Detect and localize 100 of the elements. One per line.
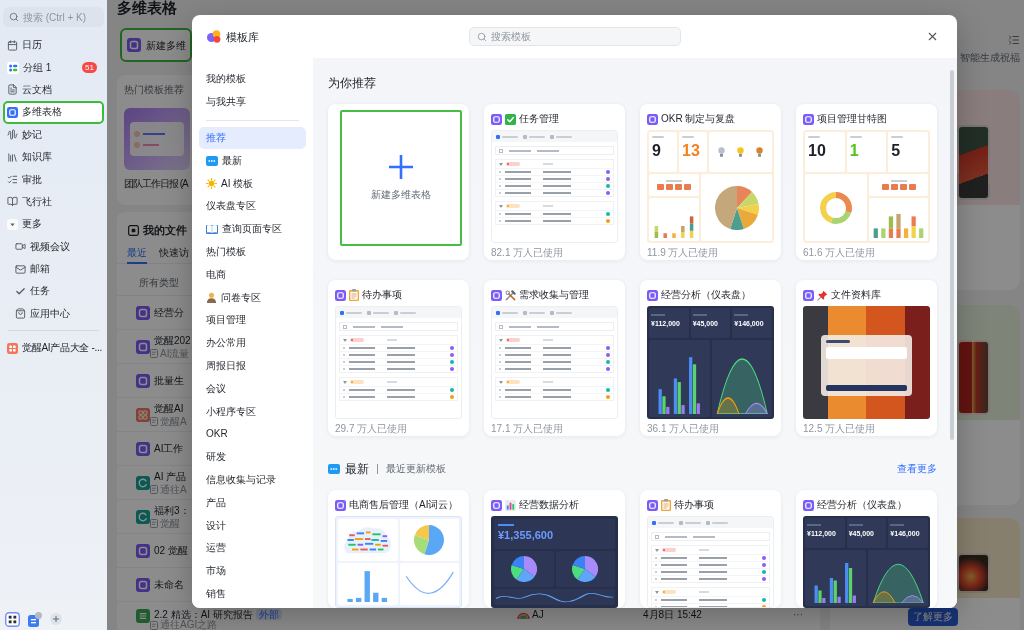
app-icon [647, 113, 658, 125]
category-item[interactable]: 推荐 [199, 126, 306, 150]
category-item[interactable]: 小程序专区 [199, 400, 306, 423]
badge-icon [328, 464, 340, 474]
pie-chart-drawing [494, 551, 554, 587]
pie-chart-drawing [399, 519, 459, 561]
template-card[interactable]: 待办事项 29.7 万人已使用 [328, 280, 469, 436]
template-card[interactable]: 文件资料库 12.5 万人已使用 [796, 280, 937, 436]
template-card[interactable]: 需求收集与管理 17.1 万人已使用 [484, 280, 625, 436]
category-item[interactable]: 办公常用 [199, 331, 306, 355]
document-icon [150, 348, 158, 358]
sidebar-item[interactable]: 视频会议 [3, 235, 104, 258]
template-card[interactable]: 待办事项 [640, 490, 781, 608]
sidebar-item[interactable]: 更多 [3, 213, 104, 236]
app-icon [136, 305, 150, 320]
category-item[interactable]: 查询页面专区 [199, 217, 306, 241]
bar-chart-drawing [805, 550, 866, 606]
sidebar-item[interactable]: 妙记 [3, 123, 104, 146]
file-name[interactable]: 觉醒AI [154, 402, 184, 415]
template-title: 经营数据分析 [519, 498, 579, 512]
page-title: 多维表格 [117, 0, 177, 16]
sidebar-item[interactable]: 任务 [3, 280, 104, 303]
logo-icon [207, 30, 221, 43]
template-title: 任务管理 [519, 112, 559, 126]
category-item[interactable]: 电商 [199, 263, 306, 287]
category-item[interactable]: 运营 [199, 536, 306, 560]
section-heading: 为你推荐 [328, 75, 376, 91]
file-name[interactable]: 2.2 精选：AI 研究报告 [154, 609, 253, 620]
create-button[interactable]: 新建多维 [120, 28, 192, 62]
template-card[interactable]: 电商售后管理（AI词云） [328, 490, 469, 608]
file-name[interactable]: AI工作 [154, 442, 184, 455]
grid-app-icon [136, 407, 150, 422]
person-icon [206, 292, 217, 304]
category-item[interactable]: 最新 [199, 149, 306, 173]
sidebar-item[interactable]: 分组 1 51 [3, 56, 104, 79]
category-item[interactable]: OKR [199, 422, 306, 446]
sidebar-item[interactable]: 觉醒AI产品大全 -... [3, 337, 104, 360]
count-badge: 51 [82, 62, 97, 74]
template-card[interactable]: 经营数据分析 ¥1,355,600 [484, 490, 625, 608]
file-name[interactable]: 福利3： [154, 504, 190, 517]
category-item[interactable]: 我的模板 [199, 68, 306, 91]
file-name[interactable]: 未命名 [154, 578, 184, 591]
scrollbar-thumb[interactable] [950, 70, 954, 440]
shopping-bag-icon [15, 308, 26, 320]
search-icon [9, 12, 19, 22]
usage-count: 12.5 万人已使用 [803, 423, 876, 435]
see-more-link[interactable]: 查看更多 [897, 463, 937, 475]
file-name[interactable]: 觉醒202 [154, 334, 191, 347]
circle-app-icon [136, 509, 150, 524]
category-item[interactable]: 问卷专区 [199, 286, 306, 309]
sidebar-item[interactable]: 多维表格 [3, 101, 104, 124]
template-title: 经营分析（仪表盘） [817, 498, 907, 512]
book-icon [7, 196, 18, 208]
sidebar-item[interactable]: 知识库 [3, 145, 104, 169]
book-icon [206, 224, 218, 235]
category-item[interactable]: 设计 [199, 514, 306, 537]
video-camera-icon [15, 241, 26, 253]
document-icon [150, 416, 158, 426]
template-card[interactable]: OKR 制定与复盘 9 13 11.9 万人已使用 [640, 104, 781, 260]
file-name[interactable]: 经营分 [154, 306, 184, 319]
app-icon [491, 289, 502, 301]
template-card[interactable]: 项目管理甘特图 10 1 5 61.6 万人已使用 [796, 104, 937, 260]
category-item[interactable]: 市场 [199, 559, 306, 583]
category-item[interactable]: 产品 [199, 491, 306, 515]
sidebar-item[interactable]: 邮箱 [3, 257, 104, 281]
file-name[interactable]: AI 产品 [154, 470, 187, 483]
usage-count: 82.1 万人已使用 [491, 247, 564, 259]
category-item[interactable]: 销售 [199, 582, 306, 606]
panel-title: 智能生成祝福 [960, 51, 1020, 65]
category-item[interactable]: 周报日报 [199, 354, 306, 378]
app-icon [803, 289, 814, 301]
grid-icon[interactable] [5, 611, 20, 627]
type-filter[interactable]: 所有类型 [139, 276, 179, 289]
photo-placeholder [957, 553, 990, 593]
check-icon [15, 286, 26, 297]
tab[interactable]: 快速访 [159, 243, 189, 264]
sidebar-item[interactable]: 云文档 [3, 78, 104, 102]
category-item[interactable]: 信息收集与记录 [199, 468, 306, 492]
sidebar-item[interactable]: 应用中心 [3, 302, 104, 326]
file-name[interactable]: 批量生 [154, 374, 184, 387]
section-subheading: 最近更新模板 [386, 463, 446, 475]
category-item[interactable]: 项目管理 [199, 308, 306, 332]
library-icon [7, 151, 18, 163]
template-card[interactable]: 任务管理 82.1 万人已使用 [484, 104, 625, 260]
usage-count: 11.9 万人已使用 [647, 247, 719, 259]
sidebar-item[interactable]: 日历 [3, 34, 104, 57]
app-icon [491, 499, 502, 511]
category-item[interactable]: 热门模板 [199, 240, 306, 264]
donut-chart-drawing [805, 174, 867, 241]
category-item[interactable]: 与我共享 [199, 90, 306, 114]
sidebar-item[interactable]: 审批 [3, 168, 104, 191]
category-item[interactable]: 研发 [199, 445, 306, 469]
new-table-button[interactable]: 新建多维表格 [340, 110, 462, 246]
sidebar-item[interactable]: 飞行社 [3, 190, 104, 214]
file-name[interactable]: 02 觉醒 [154, 544, 188, 557]
add-button[interactable] [50, 613, 62, 625]
category-item[interactable]: 会议 [199, 377, 306, 401]
category-item[interactable]: AI 模板 [199, 172, 306, 195]
category-item[interactable]: 仪表盘专区 [199, 195, 306, 218]
document-icon[interactable] [28, 611, 42, 627]
